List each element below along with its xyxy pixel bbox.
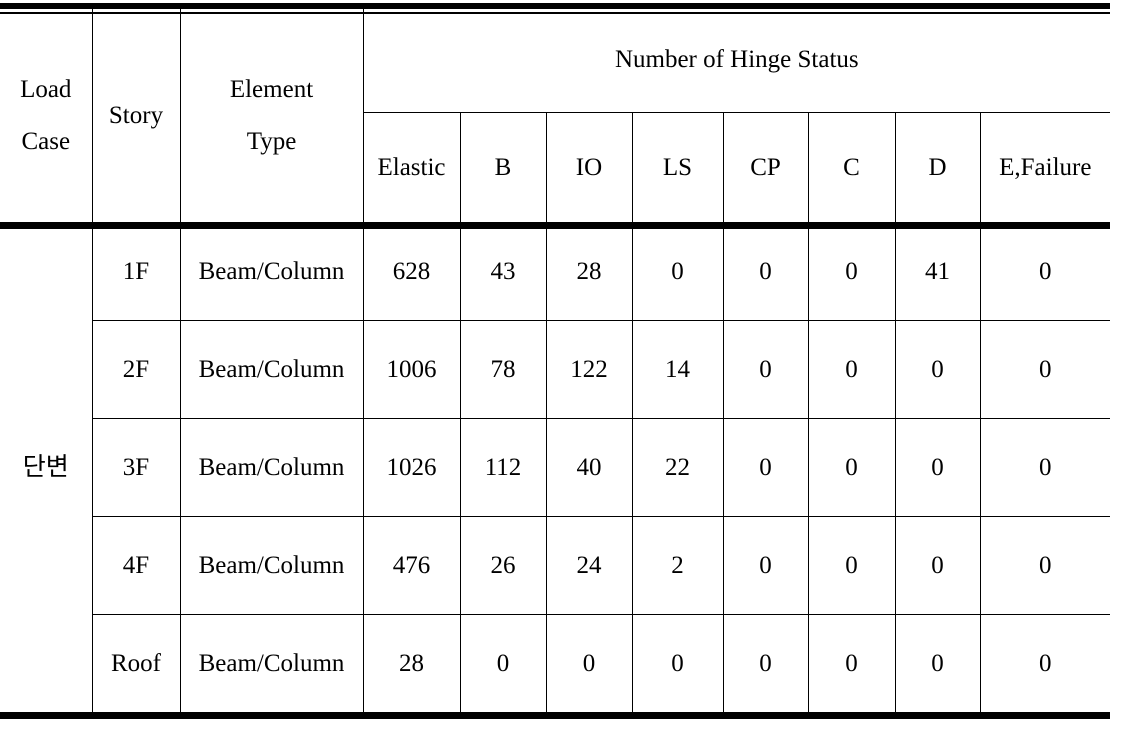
table-container: Load Case Story Element Type Number of H… [0, 0, 1143, 736]
header-cp: CP [722, 112, 809, 223]
cell-io: 28 [545, 223, 633, 321]
cell-cp: 0 [722, 614, 809, 712]
header-b: B [459, 112, 547, 223]
cell-c: 0 [807, 418, 896, 517]
cell-element-type: Beam/Column [179, 223, 364, 321]
cell-d: 0 [894, 418, 981, 517]
header-e-failure: E,Failure [979, 112, 1111, 223]
cell-e-failure: 0 [979, 223, 1111, 321]
table-header: Load Case Story Element Type Number of H… [0, 8, 1111, 223]
header-element-type-line2: Type [246, 127, 297, 155]
header-load-case-gap [0, 105, 92, 127]
cell-ls: 2 [631, 516, 724, 615]
cell-story: Roof [92, 614, 181, 712]
cell-elastic: 476 [362, 516, 461, 615]
cell-story: 2F [92, 320, 181, 419]
cell-e-failure: 0 [979, 516, 1111, 615]
cell-cp: 0 [722, 516, 809, 615]
table-row: 3F Beam/Column 1026 112 40 22 0 0 0 0 [0, 418, 1111, 517]
table-row: 4F Beam/Column 476 26 24 2 0 0 0 0 [0, 516, 1111, 615]
table-row: Roof Beam/Column 28 0 0 0 0 0 0 0 [0, 614, 1111, 712]
cell-ls: 14 [631, 320, 724, 419]
hinge-status-table: Load Case Story Element Type Number of H… [0, 8, 1111, 712]
cell-c: 0 [807, 614, 896, 712]
cell-element-type: Beam/Column [179, 614, 364, 712]
cell-c: 0 [807, 223, 896, 321]
cell-b: 26 [459, 516, 547, 615]
header-load-case-line1: Load [20, 76, 72, 103]
cell-io: 0 [545, 614, 633, 712]
header-element-type-line1: Element [229, 76, 314, 103]
header-story-label: Story [108, 101, 164, 129]
cell-story: 4F [92, 516, 181, 615]
cell-e-failure: 0 [979, 614, 1111, 712]
cell-elastic: 28 [362, 614, 461, 712]
cell-story: 3F [92, 418, 181, 517]
cell-io: 40 [545, 418, 633, 517]
cell-element-type: Beam/Column [179, 516, 364, 615]
cell-cp: 0 [722, 223, 809, 321]
header-story: Story [91, 8, 181, 223]
header-ls: LS [631, 112, 724, 223]
cell-b: 0 [459, 614, 547, 712]
cell-b: 78 [459, 320, 547, 419]
bottom-border-rule [0, 712, 1110, 719]
cell-e-failure: 0 [979, 320, 1111, 419]
cell-ls: 0 [631, 223, 724, 321]
cell-cp: 0 [722, 418, 809, 517]
cell-load-case-value: 단변 [0, 223, 93, 712]
cell-cp: 0 [722, 320, 809, 419]
header-element-type: Element Type [179, 8, 364, 223]
cell-b: 43 [459, 223, 547, 321]
header-load-case-line2: Case [21, 127, 71, 155]
cell-d: 0 [894, 516, 981, 615]
header-elastic: Elastic [363, 112, 461, 223]
cell-c: 0 [807, 320, 896, 419]
header-c: C [807, 112, 896, 223]
cell-d: 0 [894, 320, 981, 419]
header-load-case: Load Case [0, 8, 93, 223]
table-body: 단변 1F Beam/Column 628 43 28 0 0 0 41 0 2… [0, 223, 1111, 712]
cell-c: 0 [807, 516, 896, 615]
cell-d: 41 [894, 223, 981, 321]
cell-elastic: 628 [362, 223, 461, 321]
header-d: D [894, 112, 981, 223]
cell-io: 24 [545, 516, 633, 615]
cell-elastic: 1026 [362, 418, 461, 517]
cell-ls: 22 [631, 418, 724, 517]
table-row: 단변 1F Beam/Column 628 43 28 0 0 0 41 0 [0, 223, 1111, 712]
cell-d: 0 [894, 614, 981, 712]
header-element-type-gap [181, 105, 363, 127]
cell-element-type: Beam/Column [179, 418, 364, 517]
cell-io: 122 [545, 320, 633, 419]
cell-elastic: 1006 [362, 320, 461, 419]
cell-e-failure: 0 [979, 418, 1111, 517]
header-hinge-status-group: Number of Hinge Status [362, 8, 1111, 113]
header-io: IO [545, 112, 633, 223]
header-row-top: Load Case Story Element Type Number of H… [0, 8, 1111, 223]
table-row: 2F Beam/Column 1006 78 122 14 0 0 0 0 [0, 320, 1111, 419]
cell-story: 1F [91, 223, 181, 321]
cell-ls: 0 [631, 614, 724, 712]
cell-element-type: Beam/Column [179, 320, 364, 419]
cell-b: 112 [459, 418, 547, 517]
header-hinge-status-title: Number of Hinge Status [614, 46, 859, 74]
